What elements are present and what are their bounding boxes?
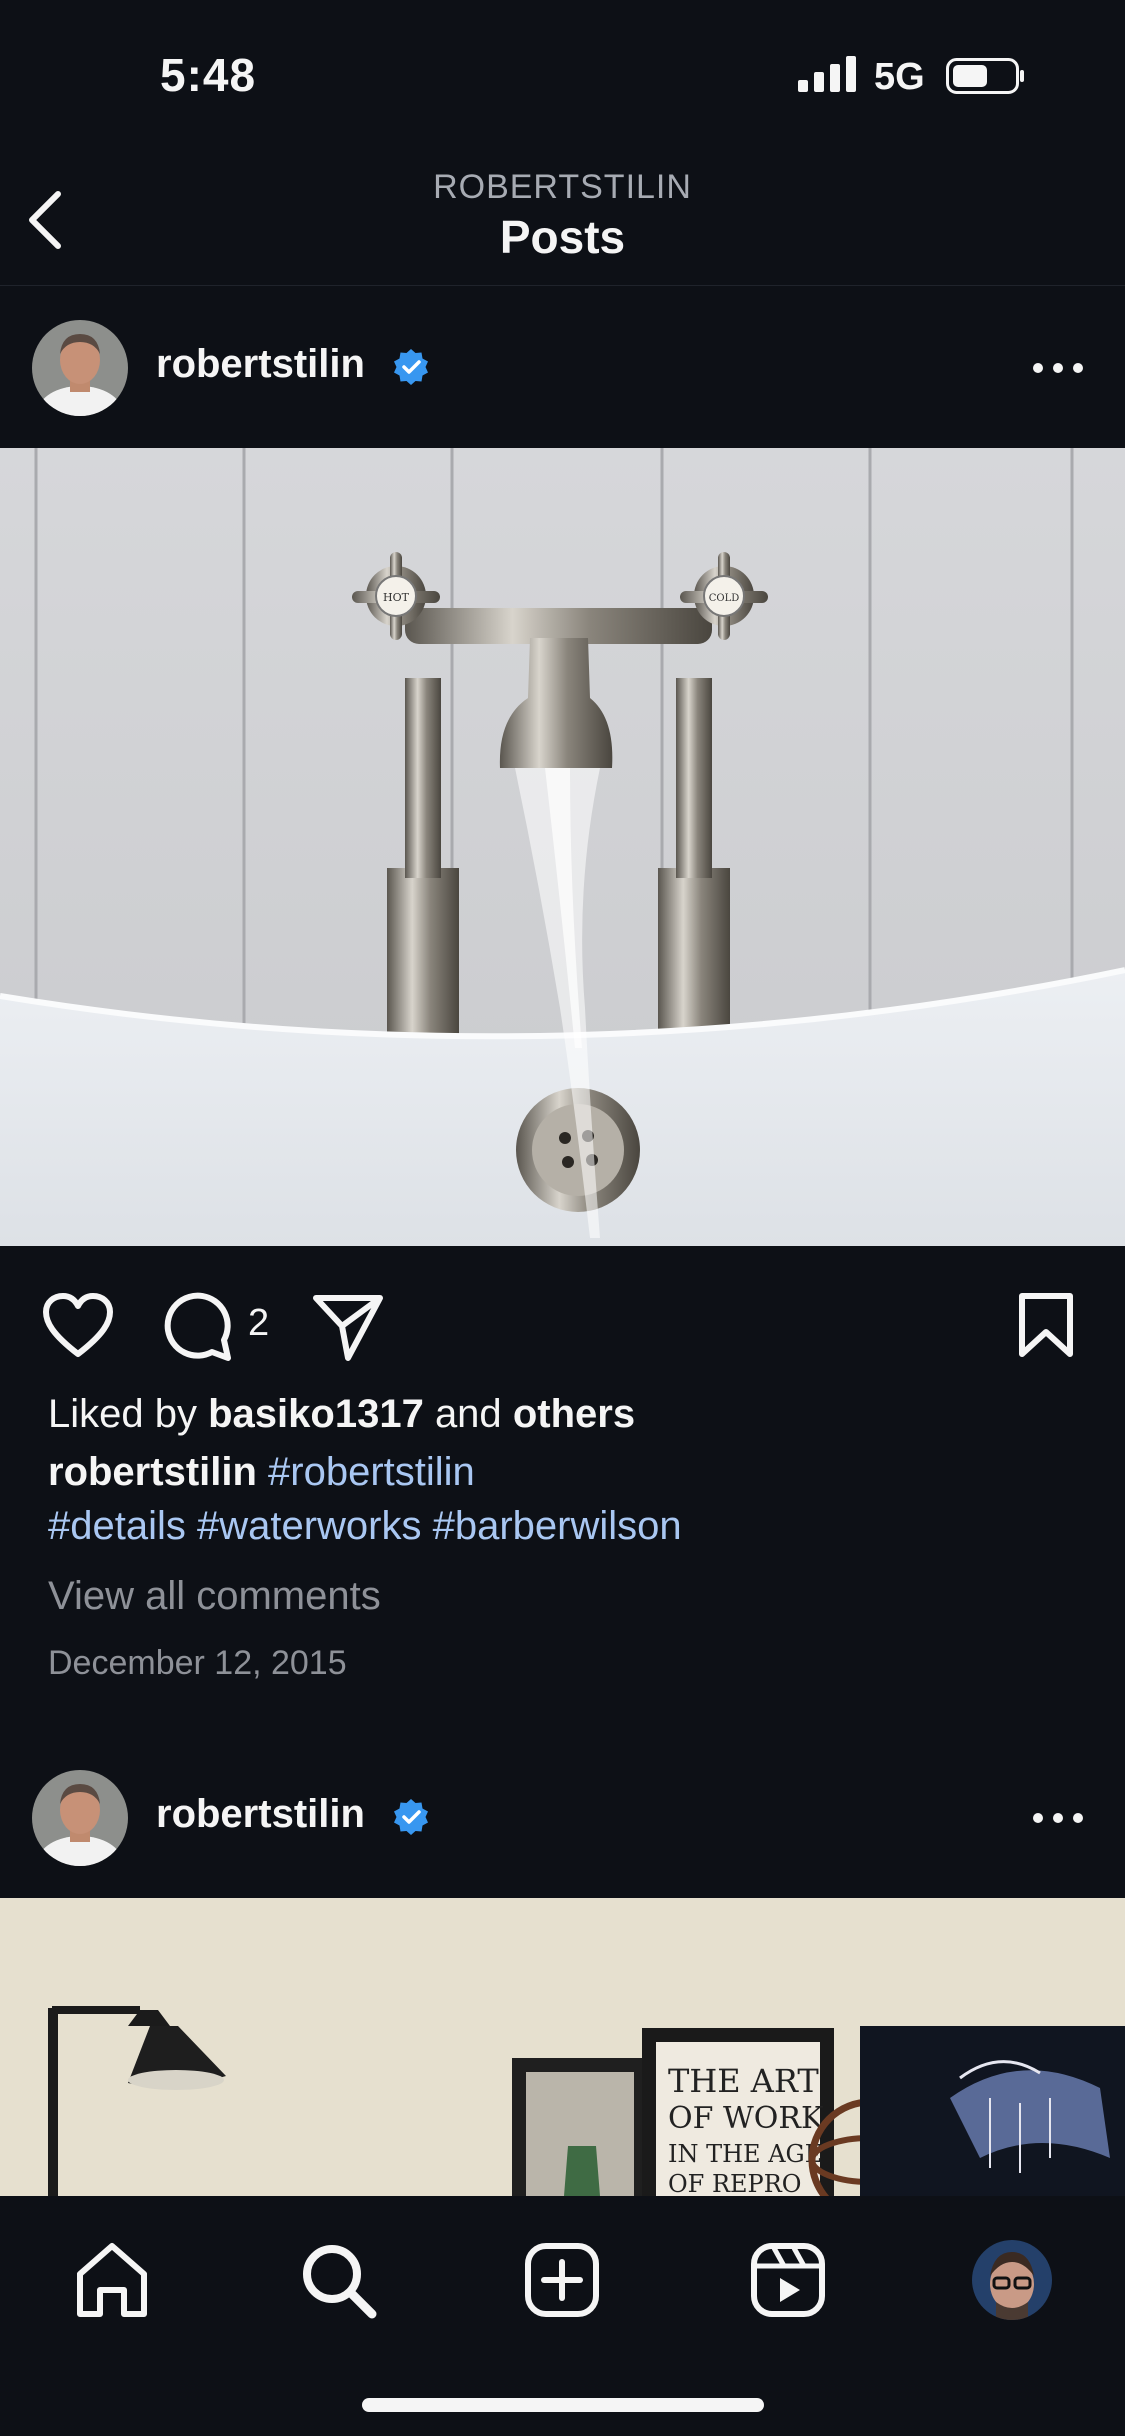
avatar[interactable] [32,320,128,416]
post-date: December 12, 2015 [48,1644,347,1682]
bookmark-icon[interactable] [1018,1292,1074,1358]
post-header: robertstilin [0,1738,1125,1898]
search-icon[interactable] [298,2240,378,2320]
liked-user[interactable]: basiko1317 [208,1392,424,1436]
status-bar: 5:48 5G [0,0,1125,140]
status-time: 5:48 [160,49,257,101]
more-dots-icon[interactable] [1030,1810,1086,1826]
reels-icon[interactable] [748,2240,828,2320]
post-image[interactable]: HOT COLD [0,448,1125,1246]
share-icon[interactable] [312,1292,384,1362]
liked-and: and [434,1392,502,1436]
poster-line-3: IN THE AGE [668,2140,822,2168]
comment-count: 2 [248,1302,270,1344]
liked-prefix: Liked by [48,1392,197,1436]
post-header: robertstilin [0,288,1125,448]
bottom-nav [0,2196,1125,2436]
avatar[interactable] [32,1770,128,1866]
header-username: ROBERTSTILIN [433,168,692,206]
cold-label: COLD [709,593,740,604]
post-actions: 2 [0,1284,1125,1380]
signal-icon [798,56,856,92]
post-username[interactable]: robertstilin [156,1792,365,1837]
view-all-comments-link[interactable]: View all comments [48,1574,381,1619]
caption-hashtags[interactable]: #details #waterworks #barberwilson [48,1504,682,1549]
caption-line-1: robertstilin #robertstilin [48,1450,475,1495]
post-username[interactable]: robertstilin [156,342,365,387]
poster-line-4: OF REPRO [668,2170,801,2196]
heart-icon[interactable] [42,1292,114,1358]
network-label: 5G [874,56,925,98]
caption-username[interactable]: robertstilin [48,1450,257,1494]
hot-label: HOT [383,591,410,604]
poster-line-1: THE ART [668,2062,819,2100]
liked-others[interactable]: others [513,1392,635,1436]
battery-icon [946,58,1024,94]
posts-header: ROBERTSTILIN Posts [0,140,1125,286]
create-icon[interactable] [522,2240,602,2320]
caption-hashtag[interactable]: #robertstilin [268,1450,475,1494]
profile-avatar[interactable] [972,2240,1052,2320]
verified-badge-icon [394,349,428,385]
more-dots-icon[interactable] [1030,360,1086,376]
verified-badge-icon [394,1799,428,1835]
likes-line: Liked by basiko1317 and others [48,1392,635,1437]
poster-line-2: OF WORK [668,2101,824,2136]
post-image[interactable]: THE ART OF WORK IN THE AGE OF REPRO [0,1898,1125,2196]
home-indicator [362,2398,764,2412]
page-title: Posts [499,211,626,263]
home-icon[interactable] [72,2240,152,2320]
comment-icon[interactable] [164,1292,234,1362]
